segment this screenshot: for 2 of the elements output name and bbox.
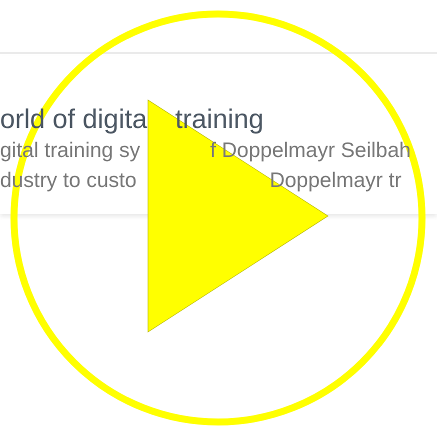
card-title: training	[175, 104, 264, 134]
card-description: Doppelmayr tr	[270, 169, 402, 193]
